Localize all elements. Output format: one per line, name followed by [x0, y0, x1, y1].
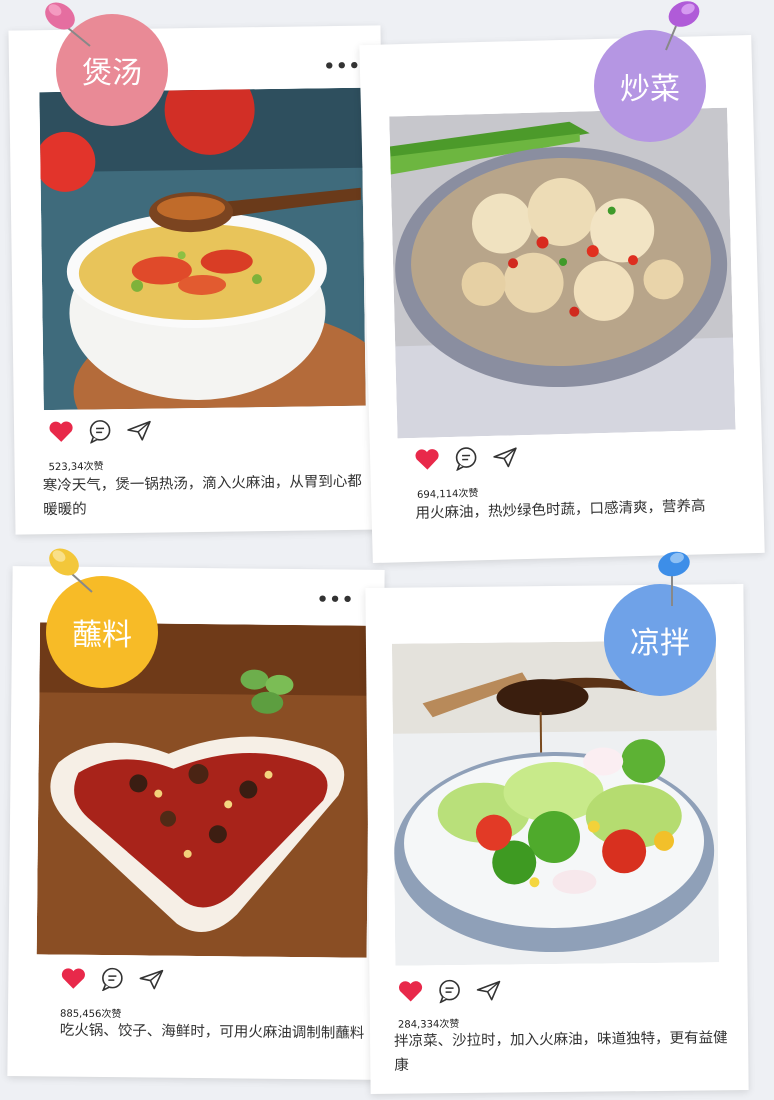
share-icon[interactable]	[475, 980, 501, 1002]
heart-icon[interactable]	[397, 980, 423, 1002]
more-options-icon[interactable]: •••	[323, 56, 361, 78]
share-icon[interactable]	[138, 968, 164, 990]
more-options-icon[interactable]: •••	[317, 589, 355, 610]
pushpin-icon	[658, 551, 690, 606]
post-actions	[397, 979, 501, 1004]
post-caption: 拌凉菜、沙拉时，加入火麻油，味道独特，更有益健康	[394, 1030, 728, 1074]
post-photo-soup	[39, 87, 366, 411]
pushpin-icon	[665, 1, 700, 51]
comment-icon[interactable]	[437, 979, 461, 1004]
comment-icon[interactable]	[100, 967, 124, 992]
heart-icon[interactable]	[60, 968, 86, 990]
post-actions	[414, 445, 519, 472]
comment-icon[interactable]	[88, 419, 112, 444]
share-icon[interactable]	[492, 446, 519, 469]
comment-icon[interactable]	[454, 446, 479, 471]
post-caption: 吃火锅、饺子、海鲜时，可用火麻油调制制蘸料	[59, 1022, 365, 1042]
heart-icon[interactable]	[48, 421, 74, 443]
heart-icon[interactable]	[414, 448, 441, 471]
pushpin-icon	[49, 548, 93, 593]
share-icon[interactable]	[126, 420, 152, 442]
like-count: 523,34次赞	[48, 461, 104, 474]
post-photo-stirfry	[389, 107, 736, 439]
post-caption: 寒冷天气，煲一锅热汤，滴入火麻油，从胃到心都暖暖的	[42, 473, 362, 519]
post-actions	[48, 419, 152, 444]
like-count: 694,114次赞	[416, 488, 479, 501]
post-actions	[60, 967, 164, 992]
post-card-stirfry: 694,114次赞 用火麻油，热炒绿色时蔬，口感清爽，营养高	[359, 34, 765, 564]
pushpin-icon	[45, 2, 91, 47]
